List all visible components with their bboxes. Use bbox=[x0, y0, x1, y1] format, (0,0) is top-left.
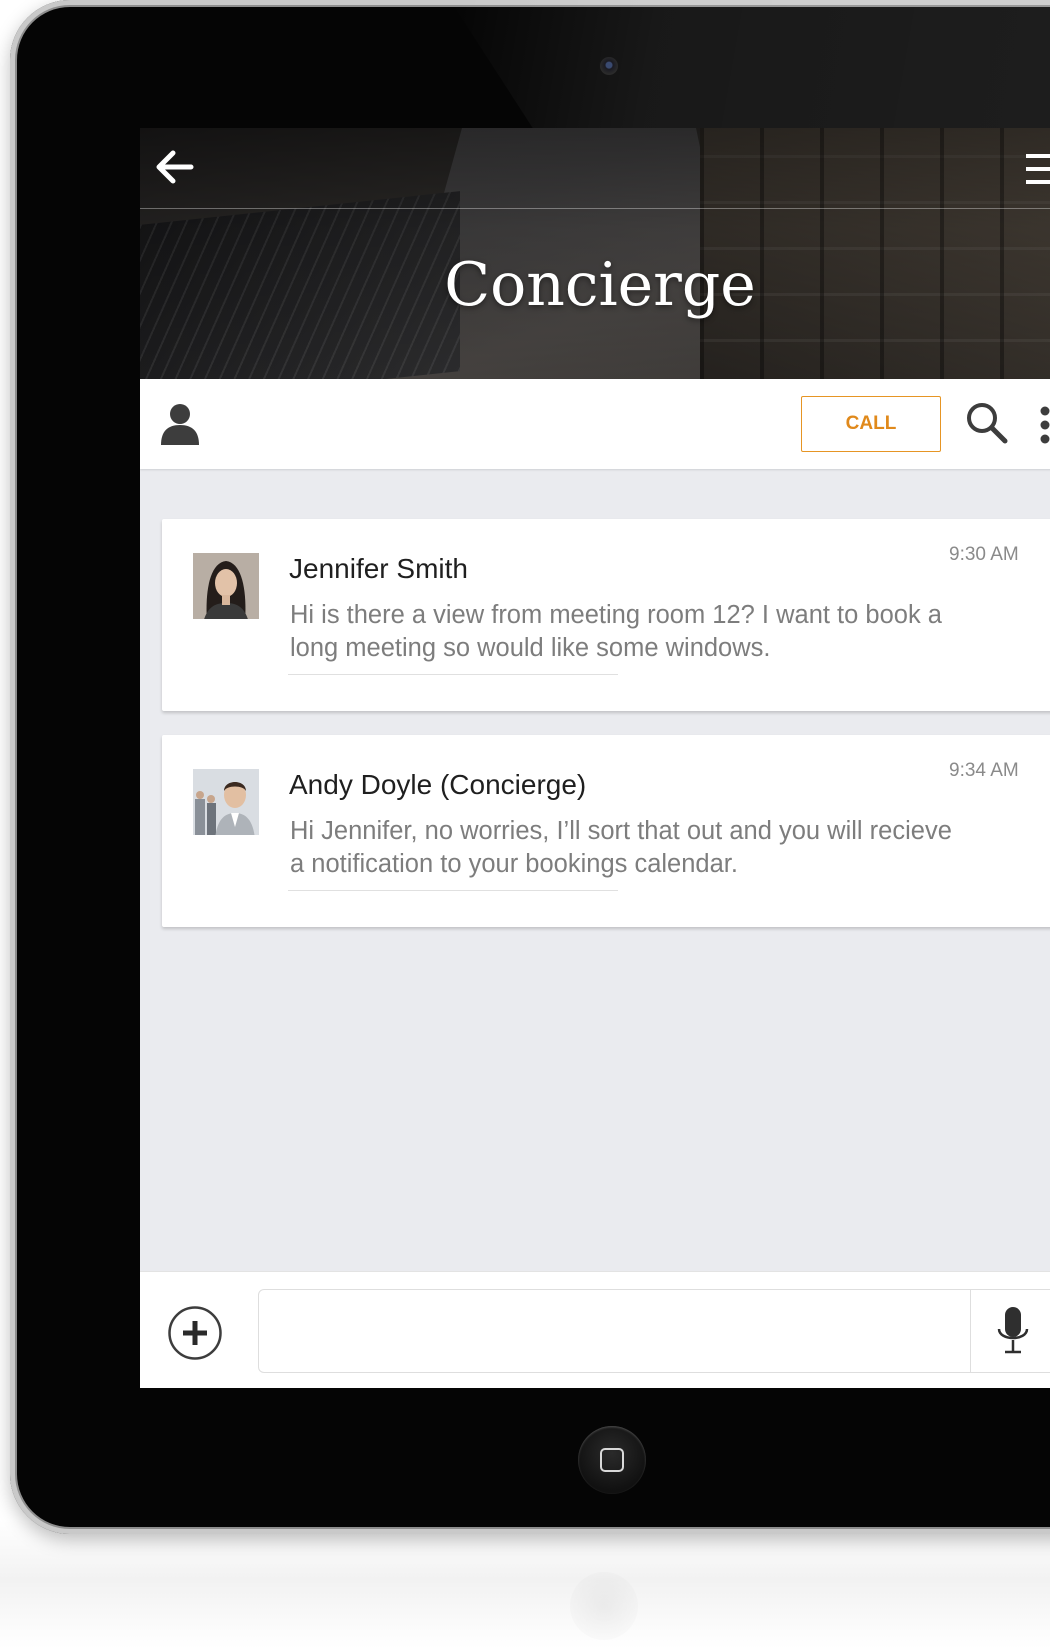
avatar-andy-doyle bbox=[193, 769, 259, 835]
profile-button[interactable] bbox=[158, 401, 202, 447]
avatar bbox=[193, 553, 259, 619]
device-reflection bbox=[570, 1572, 638, 1640]
user-icon bbox=[161, 404, 199, 445]
avatar bbox=[193, 769, 259, 835]
sender-name: Jennifer Smith bbox=[289, 553, 468, 584]
app-screen: Concierge CALL Jennifer Smith 9:30 AM Hi… bbox=[140, 128, 1050, 1388]
plus-circle-icon bbox=[168, 1306, 222, 1360]
home-button[interactable] bbox=[578, 1426, 646, 1494]
add-attachment-button[interactable] bbox=[167, 1305, 223, 1361]
device-mockup: Concierge CALL Jennifer Smith 9:30 AM Hi… bbox=[0, 0, 1050, 1649]
message-card[interactable]: Jennifer Smith 9:30 AM Hi is there a vie… bbox=[162, 519, 1050, 711]
back-button[interactable] bbox=[150, 142, 200, 192]
bezel-glare bbox=[450, 0, 1050, 130]
page-title: Concierge bbox=[444, 250, 756, 320]
hero-banner: Concierge bbox=[140, 128, 1050, 379]
tablet-frame: Concierge CALL Jennifer Smith 9:30 AM Hi… bbox=[10, 0, 1050, 1534]
top-bar bbox=[140, 128, 1050, 209]
hamburger-menu-icon bbox=[1026, 154, 1050, 184]
more-vertical-icon bbox=[1040, 406, 1050, 444]
microphone-button[interactable] bbox=[970, 1290, 1050, 1372]
microphone-icon bbox=[997, 1307, 1029, 1354]
sender-name: Andy Doyle (Concierge) bbox=[289, 769, 587, 800]
more-options-button[interactable] bbox=[1030, 401, 1050, 451]
message-time: 9:34 AM bbox=[949, 760, 1019, 781]
search-icon bbox=[967, 403, 1008, 444]
message-text: Hi Jennifer, no worries, I’ll sort that … bbox=[290, 817, 952, 878]
message-text: Hi is there a view from meeting room 12?… bbox=[290, 601, 942, 662]
message-card[interactable]: Andy Doyle (Concierge) 9:34 AM Hi Jennif… bbox=[162, 735, 1050, 927]
home-square-icon bbox=[600, 1448, 624, 1472]
chat-toolbar: CALL bbox=[140, 379, 1050, 469]
divider bbox=[288, 674, 618, 675]
avatar-jennifer-smith bbox=[193, 553, 259, 619]
message-composer bbox=[140, 1271, 1050, 1388]
menu-button[interactable] bbox=[1026, 144, 1050, 194]
camera-icon bbox=[600, 57, 618, 75]
search-button[interactable] bbox=[962, 399, 1012, 449]
call-button[interactable]: CALL bbox=[801, 396, 941, 452]
message-time: 9:30 AM bbox=[949, 544, 1019, 565]
message-input[interactable] bbox=[258, 1289, 1050, 1373]
arrow-left-icon bbox=[156, 150, 194, 184]
divider bbox=[288, 890, 618, 891]
